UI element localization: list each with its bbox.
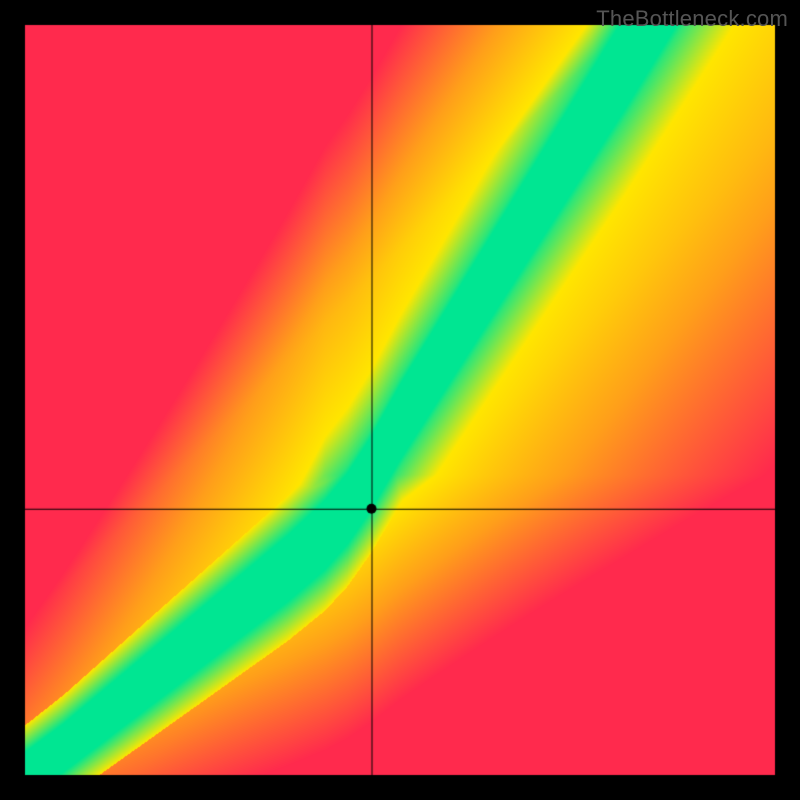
watermark-text: TheBottleneck.com xyxy=(596,6,788,32)
bottleneck-heatmap xyxy=(0,0,800,800)
